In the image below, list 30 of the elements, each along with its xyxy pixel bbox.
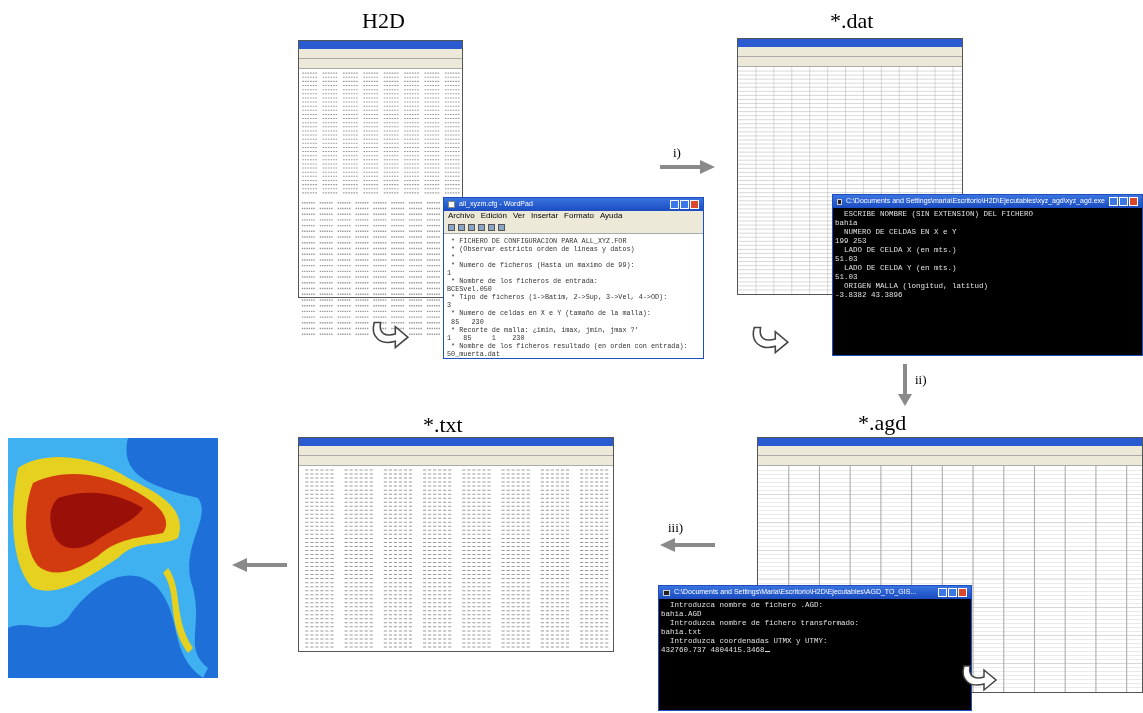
close-icon[interactable] [690,200,699,209]
console-icon [837,198,842,205]
minimize-icon[interactable] [938,588,947,597]
text-cursor [764,651,770,652]
arrow-label: ii) [915,371,927,389]
left-arrow [232,558,287,572]
menu-item[interactable]: Insertar [530,211,559,222]
minimize-icon[interactable] [1109,197,1118,206]
step-label: *.dat [830,7,874,35]
step-label: H2D [362,7,405,35]
console-icon [663,589,670,596]
maximize-icon[interactable] [948,588,957,597]
menu-item[interactable]: Archivo [448,211,475,222]
right-arrow [660,160,715,174]
step-label: *.txt [423,411,463,439]
minimize-icon[interactable] [670,200,679,209]
menu-item[interactable]: Ver [512,211,525,222]
left-arrow [660,538,715,552]
maximize-icon[interactable] [680,200,689,209]
down-arrow [898,364,912,406]
close-icon[interactable] [1129,197,1138,206]
document-icon [448,201,455,208]
step-label: *.agd [858,409,907,437]
close-icon[interactable] [958,588,967,597]
arrow-label: iii) [668,519,684,537]
menu-item[interactable]: Ayuda [599,211,623,222]
maximize-icon[interactable] [1119,197,1128,206]
menu-item[interactable]: Edición [480,211,507,222]
arrow-label: i) [673,144,681,162]
menu-item[interactable]: Formato [564,211,594,222]
